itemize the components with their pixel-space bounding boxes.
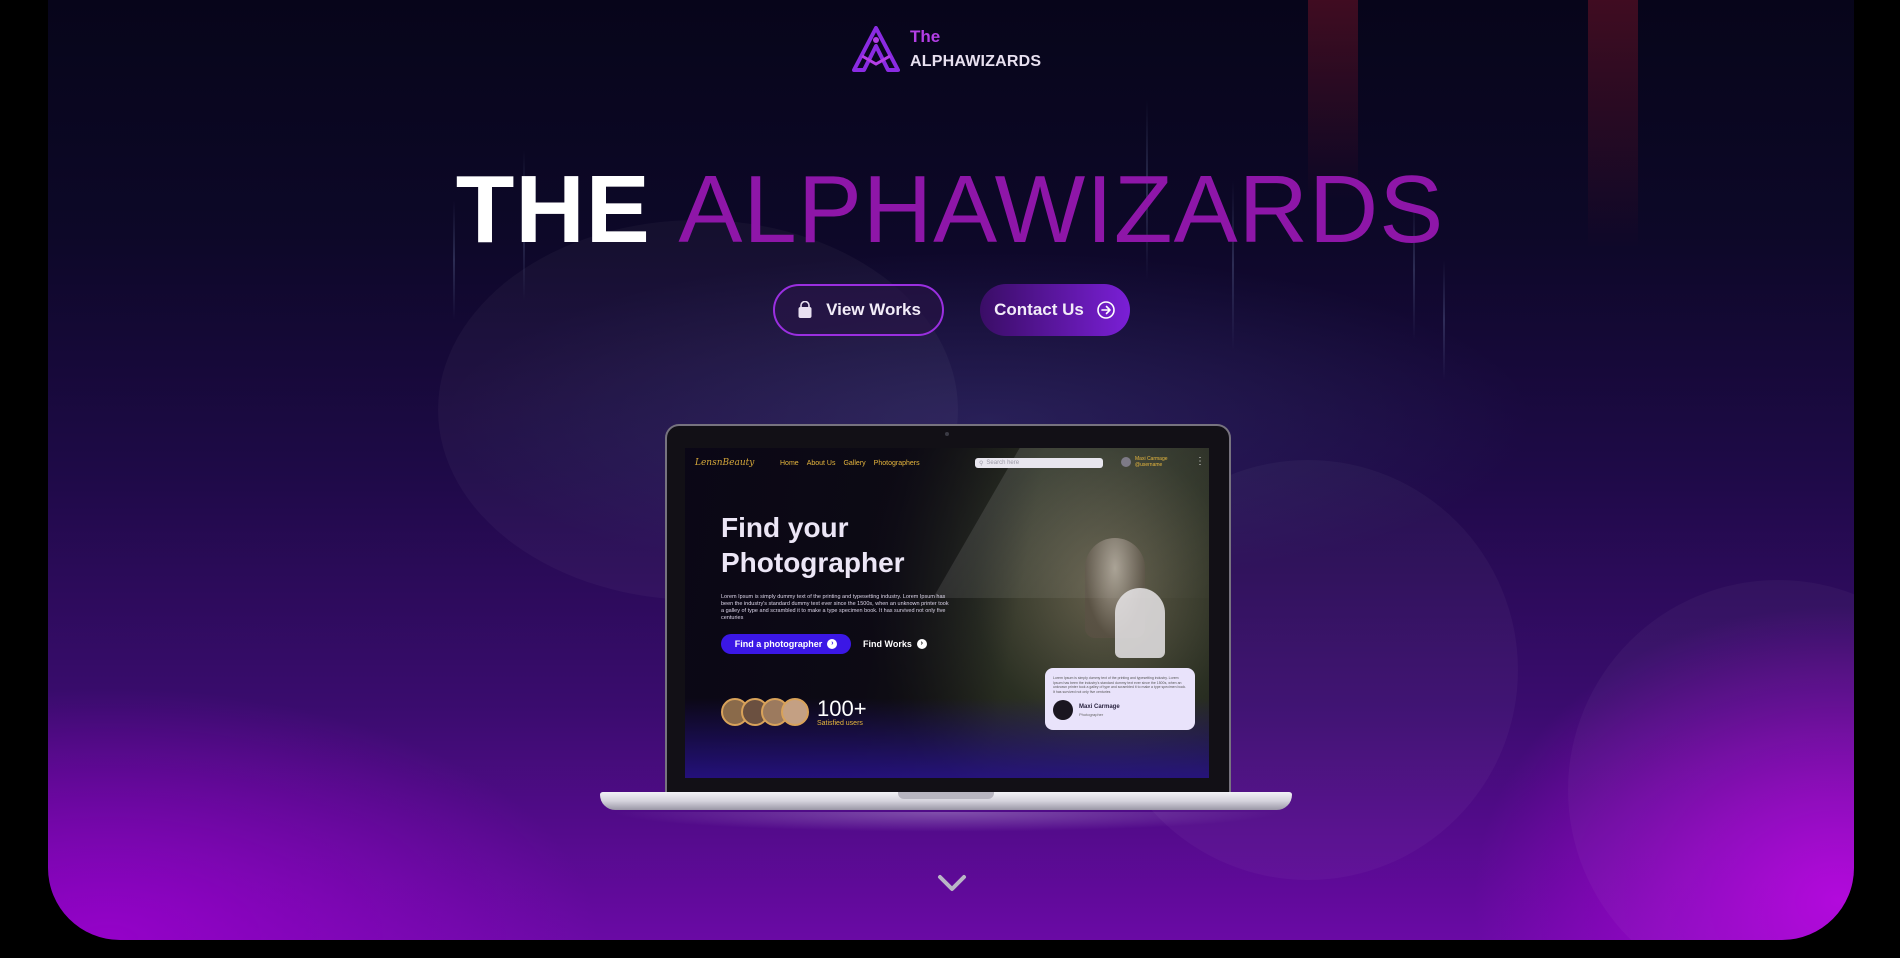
hero-title-word1: THE [455, 156, 651, 263]
mockup-user-info: Maxi Carmage @username [1135, 456, 1168, 468]
brand-wordmark: The ALPHAWIZARDS [910, 24, 1041, 74]
mockup-logo: LensnBeauty [695, 458, 755, 468]
background-circle [1568, 580, 1854, 940]
brand-line2: ALPHAWIZARDS [910, 53, 1042, 70]
laptop-camera [945, 432, 949, 436]
background-line [1443, 260, 1445, 380]
mockup-search-icon: ⚲ [979, 460, 984, 467]
mockup-review-role: Photographer [1079, 712, 1104, 717]
view-works-label: View Works [826, 300, 921, 319]
mockup-review-card: Lorem Ipsum is simply dummy text of the … [1045, 668, 1195, 730]
mockup-arrow-icon: › [916, 639, 927, 649]
mockup-nav-item: Photographers [873, 460, 920, 467]
mockup-nav: Home About Us Gallery Photographers [780, 460, 920, 467]
mockup-headline: Find your Photographer [721, 510, 905, 580]
mockup-stat-value: 100+ [817, 696, 867, 721]
chevron-down-icon[interactable] [934, 868, 970, 898]
mockup-stat: 100+ Satisfied users [817, 696, 867, 728]
hero-title-word2: ALPHAWIZARDS [678, 156, 1445, 263]
contact-us-label: Contact Us [994, 300, 1084, 319]
mockup-paragraph: Lorem Ipsum is simply dummy text of the … [721, 594, 949, 621]
view-works-button[interactable]: View Works [773, 284, 944, 336]
mockup-primary-label: Find a photographer [734, 639, 823, 649]
brand-line1: The [910, 27, 941, 46]
brand-logo[interactable]: The ALPHAWIZARDS [852, 24, 1041, 74]
screen-glare [933, 448, 1209, 598]
photo-subject [1115, 588, 1165, 658]
laptop-mockup: LensnBeauty Home About Us Gallery Photog… [600, 424, 1292, 836]
laptop-base [600, 792, 1292, 810]
alphawizards-logo-icon [852, 26, 900, 72]
mockup-review-name: Maxi Carmage [1079, 704, 1120, 710]
contact-us-button[interactable]: Contact Us [980, 284, 1130, 336]
mockup-headline-line2: Photographer [721, 547, 905, 578]
mockup-menu-icon: ⋮ [1195, 456, 1205, 467]
mockup-review-text: Lorem Ipsum is simply dummy text of the … [1053, 676, 1187, 694]
mockup-secondary-button: Find Works › [863, 634, 937, 654]
mockup-nav-item: About Us [806, 460, 836, 467]
laptop-reflection [610, 812, 1282, 832]
shopping-bag-icon [798, 301, 812, 318]
mockup-search: ⚲ Search here [975, 458, 1103, 468]
hero-title: THE ALPHAWIZARDS [0, 160, 1900, 260]
mockup-secondary-label: Find Works [863, 639, 912, 649]
mockup-headline-line1: Find your [721, 512, 849, 543]
mockup-user: Maxi Carmage @username [1121, 456, 1168, 468]
mockup-review-avatar [1053, 700, 1073, 720]
mockup-avatar [1121, 457, 1131, 467]
mockup-avatar-stack [721, 698, 809, 726]
mockup-arrow-icon: › [827, 639, 838, 649]
laptop-screen: LensnBeauty Home About Us Gallery Photog… [685, 448, 1209, 778]
mockup-nav-item: Home [780, 460, 799, 467]
mockup-stat-label: Satisfied users [817, 720, 863, 727]
mockup-search-placeholder: Search here [986, 460, 1020, 466]
laptop-lid: LensnBeauty Home About Us Gallery Photog… [665, 424, 1231, 794]
arrow-circle-right-icon [1097, 301, 1115, 319]
mockup-nav-item: Gallery [843, 460, 866, 467]
mockup-avatar [781, 698, 809, 726]
mockup-primary-button: Find a photographer › [721, 634, 851, 654]
mockup-user-handle: @username [1135, 462, 1163, 468]
laptop-notch [898, 792, 994, 799]
